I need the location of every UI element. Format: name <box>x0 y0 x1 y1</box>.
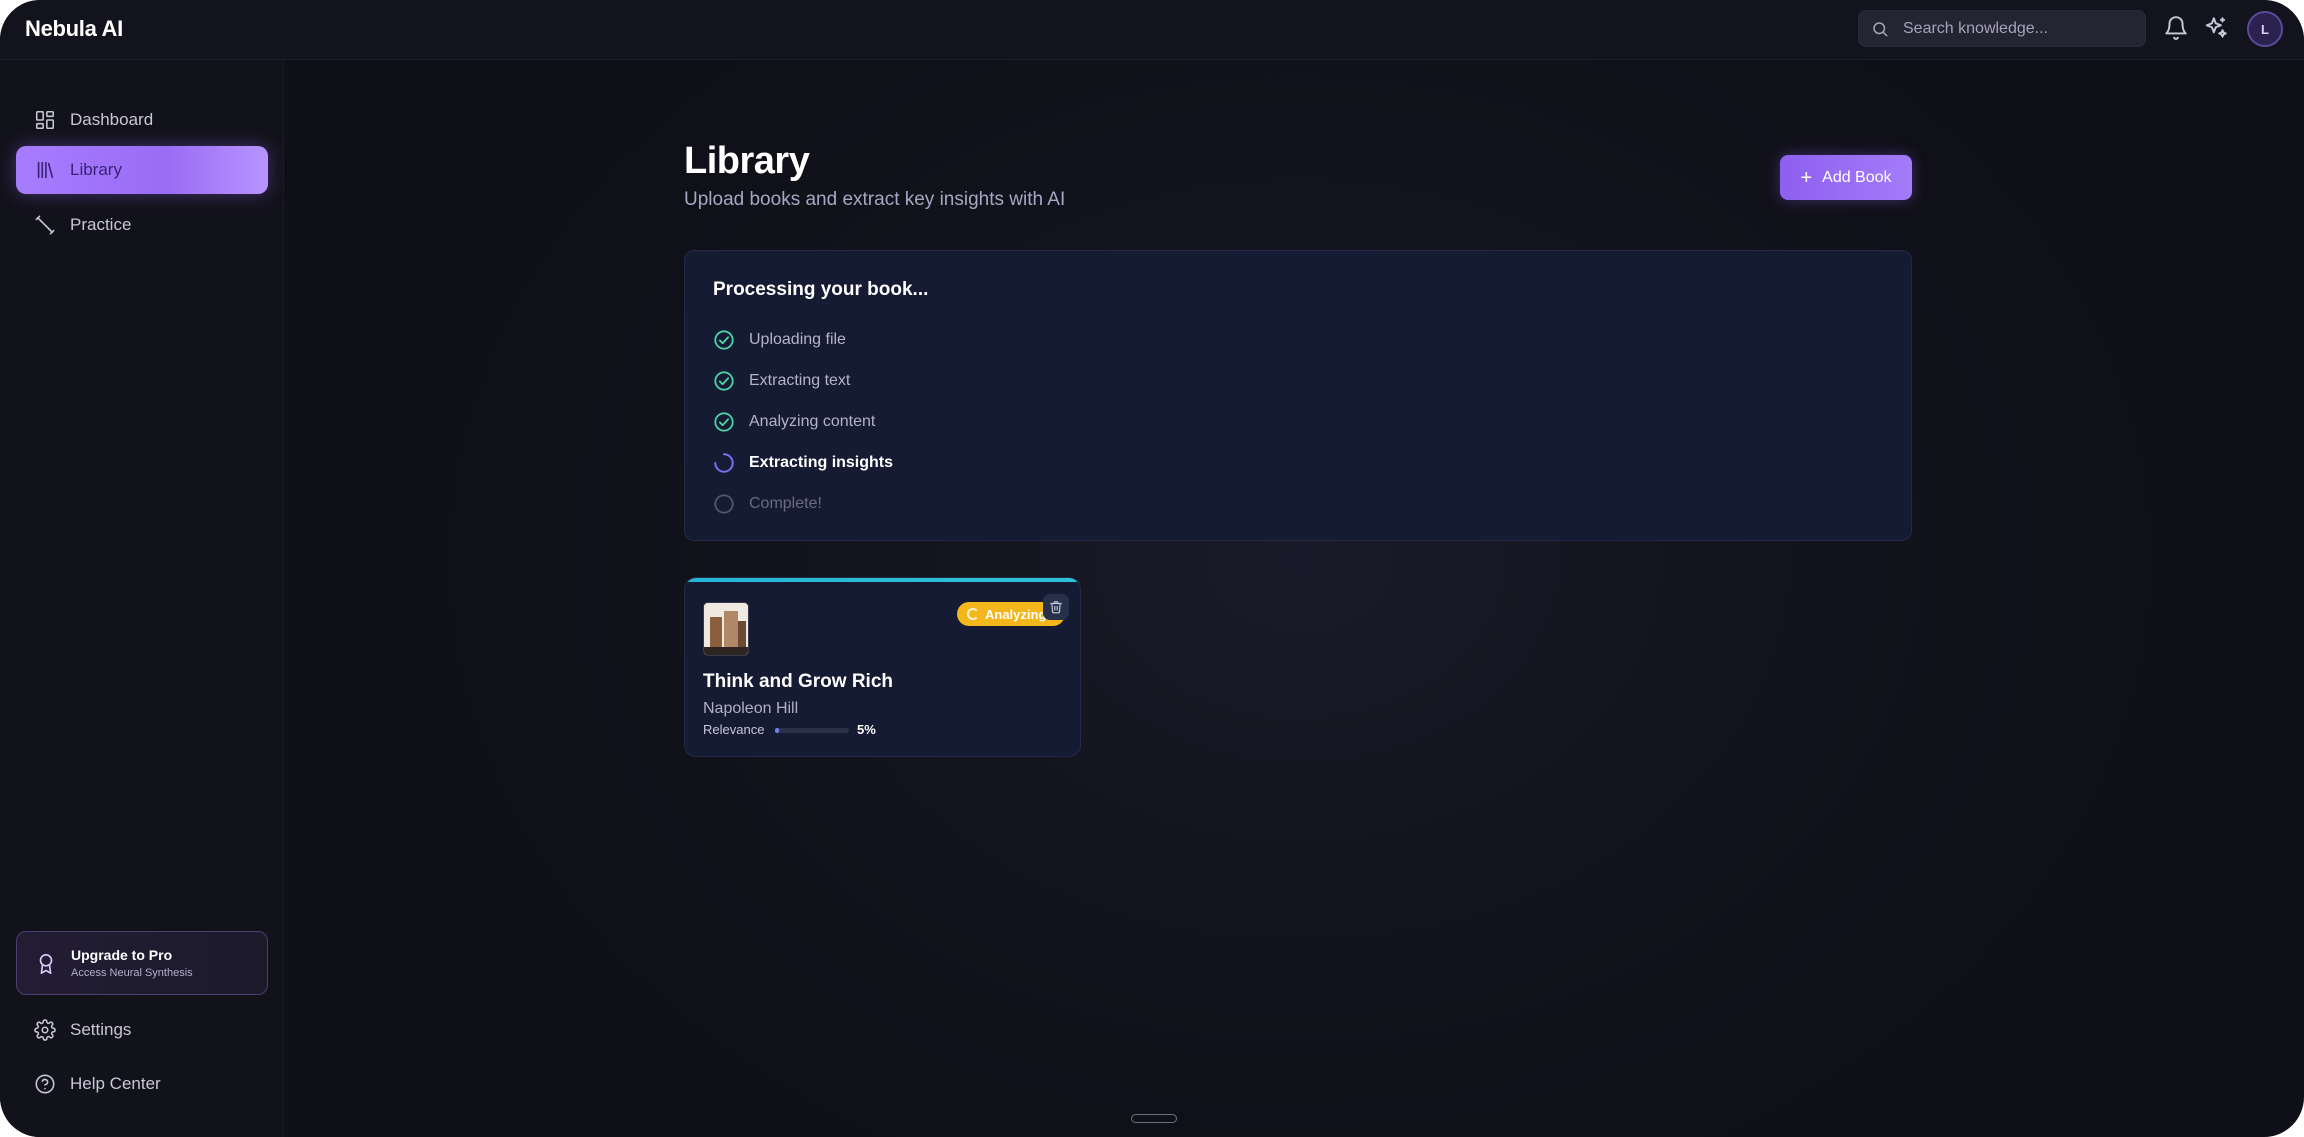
step-label: Extracting text <box>749 372 851 389</box>
sidebar-item-help-center[interactable]: Help Center <box>16 1060 268 1108</box>
trash-icon <box>1050 601 1062 614</box>
top-bar: Nebula AI L <box>0 0 2304 60</box>
search-input[interactable] <box>1903 11 2139 46</box>
upgrade-to-pro-card[interactable]: Upgrade to Pro Access Neural Synthesis <box>16 931 268 995</box>
sidebar-item-dashboard[interactable]: Dashboard <box>16 96 268 144</box>
loading-ring-icon <box>967 608 979 620</box>
empty-circle-icon <box>714 494 734 514</box>
step-label: Complete! <box>749 495 822 512</box>
upgrade-title: Upgrade to Pro <box>71 947 173 963</box>
status-badge-label: Analyzing <box>985 606 1047 622</box>
upgrade-subtitle: Access Neural Synthesis <box>71 967 193 979</box>
app-logo[interactable]: Nebula AI <box>25 16 123 42</box>
sidebar-item-label: Library <box>70 160 122 179</box>
card-top-strip <box>685 578 1080 582</box>
library-books-icon <box>37 161 54 179</box>
plus-icon: + <box>1800 166 1813 189</box>
award-ribbon-icon <box>39 954 53 974</box>
bell-icon[interactable] <box>2163 15 2189 41</box>
processing-step: Complete! <box>713 492 822 516</box>
book-cover-art <box>704 603 748 655</box>
sidebar-item-label: Help Center <box>70 1074 161 1093</box>
sparkles-icon[interactable] <box>2203 15 2229 41</box>
add-book-button[interactable]: + Add Book <box>1780 155 1912 200</box>
relevance-label: Relevance <box>703 722 765 737</box>
processing-step: Uploading file <box>713 328 846 352</box>
search-icon <box>1873 22 1888 37</box>
sidebar-item-label: Practice <box>70 215 132 234</box>
add-book-label: Add Book <box>1822 168 1892 186</box>
processing-step: Extracting insights <box>713 451 893 475</box>
relevance-bar-fill <box>775 728 779 733</box>
processing-title: Processing your book... <box>713 279 929 300</box>
user-avatar[interactable]: L <box>2247 11 2283 47</box>
book-card[interactable]: Analyzing Think and Grow Rich Napoleon H… <box>684 577 1081 757</box>
dumbbell-icon <box>35 215 55 235</box>
processing-step: Analyzing content <box>713 410 875 434</box>
home-indicator <box>1131 1114 1177 1123</box>
delete-book-button[interactable] <box>1043 594 1069 620</box>
book-cover-image <box>703 602 749 656</box>
check-circle-icon <box>714 371 734 391</box>
app-window: Nebula AI L Dashboard <box>0 0 2304 1137</box>
sidebar-item-settings[interactable]: Settings <box>16 1006 268 1054</box>
page-subtitle: Upload books and extract key insights wi… <box>684 189 1066 210</box>
step-label: Uploading file <box>749 331 846 348</box>
search-box[interactable] <box>1858 10 2146 47</box>
processing-step: Extracting text <box>713 369 850 393</box>
page-title: Library <box>684 140 810 182</box>
gear-icon <box>34 1019 56 1041</box>
book-author: Napoleon Hill <box>703 700 799 717</box>
sidebar-item-label: Settings <box>70 1020 132 1039</box>
step-label: Extracting insights <box>749 454 894 471</box>
relevance-bar <box>775 728 849 733</box>
processing-card: Processing your book... Uploading file E… <box>684 250 1912 541</box>
help-circle-icon <box>35 1074 55 1094</box>
check-circle-icon <box>714 330 734 350</box>
check-circle-icon <box>714 412 734 432</box>
book-title: Think and Grow Rich <box>703 671 894 692</box>
dashboard-grid-icon <box>35 110 55 130</box>
sidebar-item-library[interactable]: Library <box>16 146 268 194</box>
sidebar-item-practice[interactable]: Practice <box>16 201 268 249</box>
relevance-value: 5% <box>857 722 876 737</box>
sidebar: Dashboard Library Practice Upgrade to Pr… <box>0 60 284 1137</box>
sidebar-item-label: Dashboard <box>70 110 154 129</box>
spinner-icon <box>714 453 734 473</box>
step-label: Analyzing content <box>749 413 876 430</box>
